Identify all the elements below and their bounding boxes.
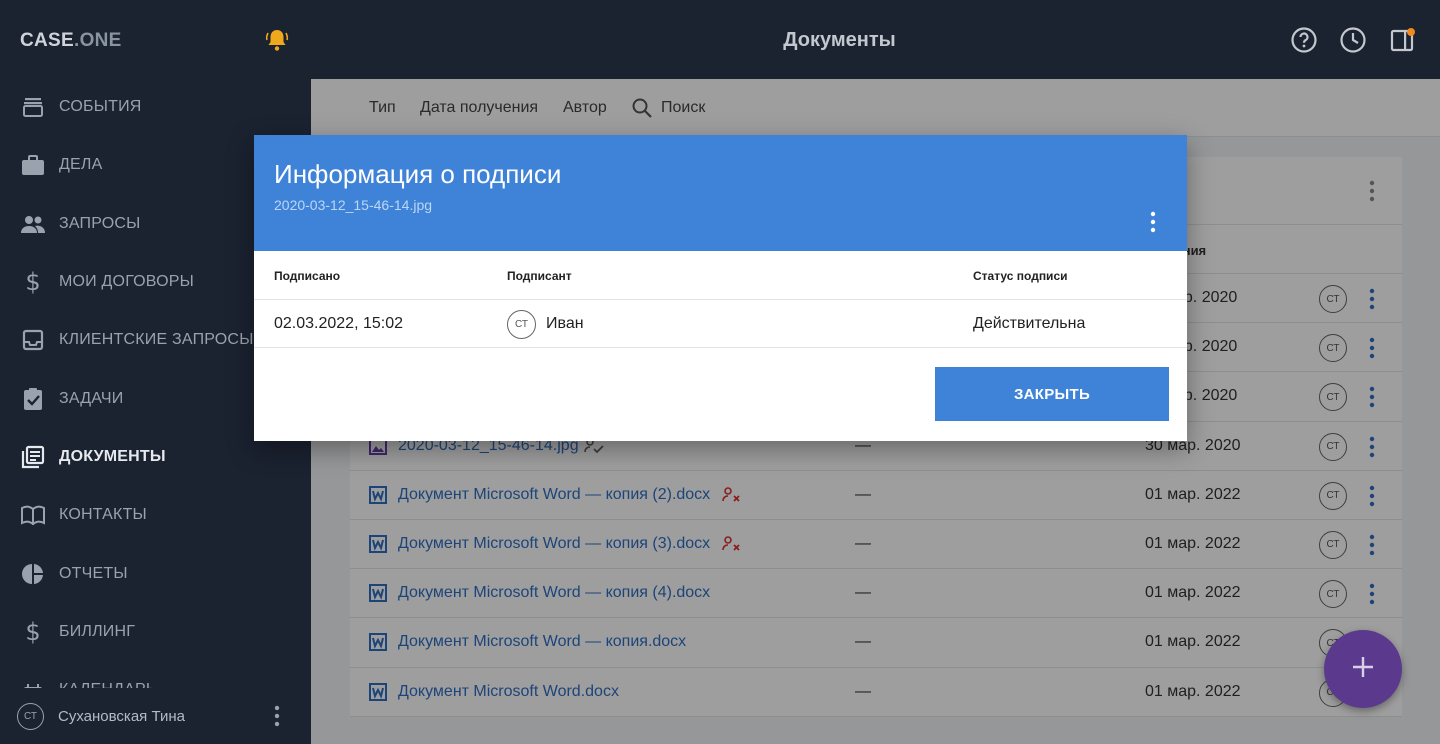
user-name: Сухановская Тина: [58, 707, 185, 725]
notification-bell-icon[interactable]: [263, 26, 291, 54]
more-vert-icon[interactable]: [274, 705, 280, 732]
add-document-button[interactable]: [1324, 630, 1402, 708]
column-header-signer: Подписант: [507, 269, 572, 283]
dialog-title: Информация о подписи: [274, 159, 562, 189]
user-bar[interactable]: СТ Сухановская Тина: [0, 688, 311, 744]
sidebar-item-label: Дела: [59, 156, 103, 174]
more-vert-icon[interactable]: [1150, 211, 1156, 238]
top-bar: Документы: [311, 0, 1440, 79]
sidebar-item-label: Запросы: [59, 214, 141, 232]
dialog-subtitle: 2020-03-12_15-46-14.jpg: [274, 197, 433, 213]
page-title: Документы: [783, 29, 896, 51]
pie-chart-icon: [20, 561, 46, 587]
documents-icon: [20, 444, 46, 470]
close-button[interactable]: Закрыть: [935, 367, 1169, 421]
dialog-table-header: Подписано Подписант Статус подписи: [254, 251, 1187, 300]
sidebar-item-label: Клиентские запросы: [59, 331, 254, 349]
panel-toggle-icon[interactable]: [1389, 26, 1417, 54]
column-header-status: Статус подписи: [973, 269, 1068, 283]
sidebar-item-label: Документы: [59, 447, 166, 465]
sidebar-item-label: Контакты: [59, 506, 147, 524]
sidebar-item-contacts[interactable]: Контакты: [0, 486, 311, 544]
inbox-icon: [20, 327, 46, 353]
app-logo[interactable]: CASE.ONE: [20, 30, 122, 52]
sidebar-item-label: События: [59, 98, 142, 116]
sidebar-item-label: Отчеты: [59, 564, 128, 582]
column-header-signed: Подписано: [274, 269, 341, 283]
sidebar-item-label: Задачи: [59, 389, 124, 407]
book-icon: [20, 502, 46, 528]
plus-icon: [1351, 655, 1375, 684]
clipboard-check-icon: [20, 386, 46, 412]
sidebar-item-calendar[interactable]: Календарь: [0, 661, 311, 691]
dollar-icon: $: [25, 617, 41, 646]
clock-icon[interactable]: [1339, 26, 1367, 54]
table-row: 02.03.2022, 15:02 СТ Иван Действительна: [254, 300, 1187, 348]
signature-status: Действительна: [973, 315, 1086, 332]
signature-info-dialog: Информация о подписи 2020-03-12_15-46-14…: [254, 135, 1187, 441]
people-icon: [20, 211, 46, 237]
sidebar-item-events[interactable]: События: [0, 78, 311, 136]
signed-date: 02.03.2022, 15:02: [274, 315, 404, 332]
dollar-icon: $: [25, 268, 41, 297]
sidebar-item-billing[interactable]: $ Биллинг: [0, 603, 311, 661]
briefcase-icon: [20, 152, 46, 178]
signer-name: Иван: [546, 315, 584, 332]
dialog-header: Информация о подписи 2020-03-12_15-46-14…: [254, 135, 1187, 251]
events-icon: [20, 94, 46, 120]
avatar: СТ: [507, 310, 536, 339]
help-icon[interactable]: [1290, 26, 1318, 54]
sidebar-item-label: Мои договоры: [59, 273, 195, 291]
sidebar-item-label: Биллинг: [59, 622, 136, 640]
sidebar-item-reports[interactable]: Отчеты: [0, 544, 311, 602]
avatar: СТ: [17, 702, 44, 730]
